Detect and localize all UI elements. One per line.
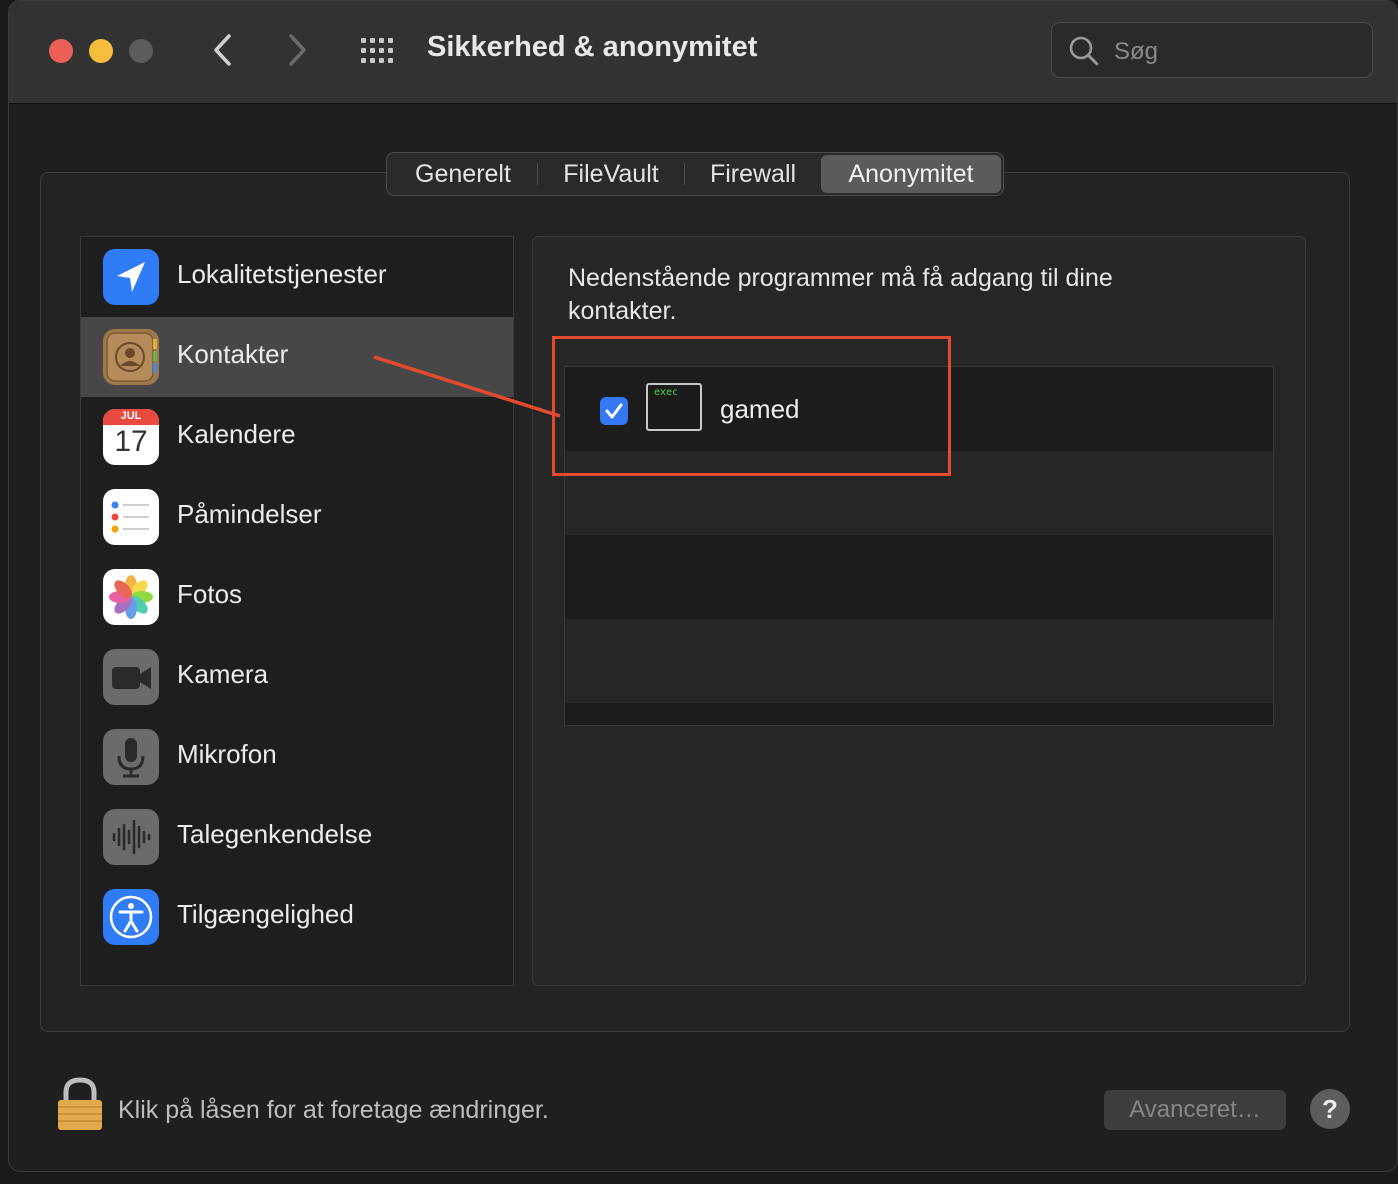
sidebar-item-label: Kamera — [177, 659, 269, 689]
forward-button[interactable] — [279, 31, 315, 69]
chevron-right-icon — [289, 34, 306, 66]
speech-recognition-icon — [103, 809, 159, 865]
sidebar-item-label: Kalendere — [177, 419, 296, 449]
help-button[interactable]: ? — [1310, 1089, 1350, 1129]
search-field[interactable]: Søg — [1051, 22, 1373, 78]
sidebar-item-label: Påmindelser — [177, 499, 322, 529]
tab-filevault[interactable]: FileVault — [538, 155, 684, 193]
search-placeholder: Søg — [1114, 38, 1159, 65]
sidebar-item-label: Kontakter — [177, 339, 289, 369]
privacy-category-list: Lokalitetstjenester Kontakter JUL 17 Kal… — [80, 236, 514, 986]
contacts-icon — [103, 329, 159, 385]
grid-icon — [361, 38, 393, 63]
microphone-icon — [103, 729, 159, 785]
zoom-button[interactable] — [129, 39, 153, 63]
tab-generelt[interactable]: Generelt — [389, 155, 537, 193]
tab-anonymitet[interactable]: Anonymitet — [821, 155, 1001, 193]
camera-icon — [103, 649, 159, 705]
sidebar-item-photos[interactable]: Fotos — [81, 557, 513, 637]
empty-row — [565, 535, 1273, 619]
calendar-icon-month: JUL — [120, 410, 142, 422]
advanced-button[interactable]: Avanceret… — [1104, 1090, 1286, 1130]
sidebar-item-contacts[interactable]: Kontakter — [81, 317, 513, 397]
sidebar-item-microphone[interactable]: Mikrofon — [81, 717, 513, 797]
minimize-button[interactable] — [89, 39, 113, 63]
sidebar-item-label: Fotos — [177, 579, 243, 609]
calendar-icon-day: 17 — [114, 425, 148, 458]
show-all-button[interactable] — [359, 37, 399, 65]
sidebar-item-label: Mikrofon — [177, 739, 277, 769]
sidebar-item-label: Tilgængelighed — [177, 899, 354, 929]
calendar-icon: JUL 17 — [103, 409, 159, 465]
sidebar-item-location-services[interactable]: Lokalitetstjenester — [81, 237, 513, 317]
sidebar-item-reminders[interactable]: Påmindelser — [81, 477, 513, 557]
photos-icon — [103, 569, 159, 625]
tab-bar: Generelt FileVault Firewall Anonymitet — [386, 152, 1004, 196]
search-icon — [1069, 36, 1099, 66]
sidebar-item-speech-recognition[interactable]: Talegenkendelse — [81, 797, 513, 877]
location-arrow-icon — [103, 249, 159, 305]
highlight-annotation-box — [552, 336, 951, 476]
sidebar-item-camera[interactable]: Kamera — [81, 637, 513, 717]
close-button[interactable] — [49, 39, 73, 63]
sidebar-item-accessibility[interactable]: Tilgængelighed — [81, 877, 513, 957]
tab-firewall[interactable]: Firewall — [685, 155, 821, 193]
window-title: Sikkerhed & anonymitet — [427, 31, 758, 63]
back-button[interactable] — [205, 31, 241, 69]
empty-row — [565, 619, 1273, 703]
accessibility-icon — [103, 889, 159, 945]
sidebar-item-label: Lokalitetstjenester — [177, 259, 387, 289]
lock-hint-text: Klik på låsen for at foretage ændringer. — [118, 1096, 549, 1124]
lock-icon[interactable] — [48, 1074, 112, 1134]
sidebar-item-label: Talegenkendelse — [177, 819, 373, 849]
title-bar: Sikkerhed & anonymitet Søg — [9, 1, 1397, 104]
reminders-icon — [103, 489, 159, 545]
permission-description: Nedenstående programmer må få adgang til… — [568, 264, 1113, 325]
chevron-left-icon — [214, 34, 231, 66]
sidebar-item-calendars[interactable]: JUL 17 Kalendere — [81, 397, 513, 477]
